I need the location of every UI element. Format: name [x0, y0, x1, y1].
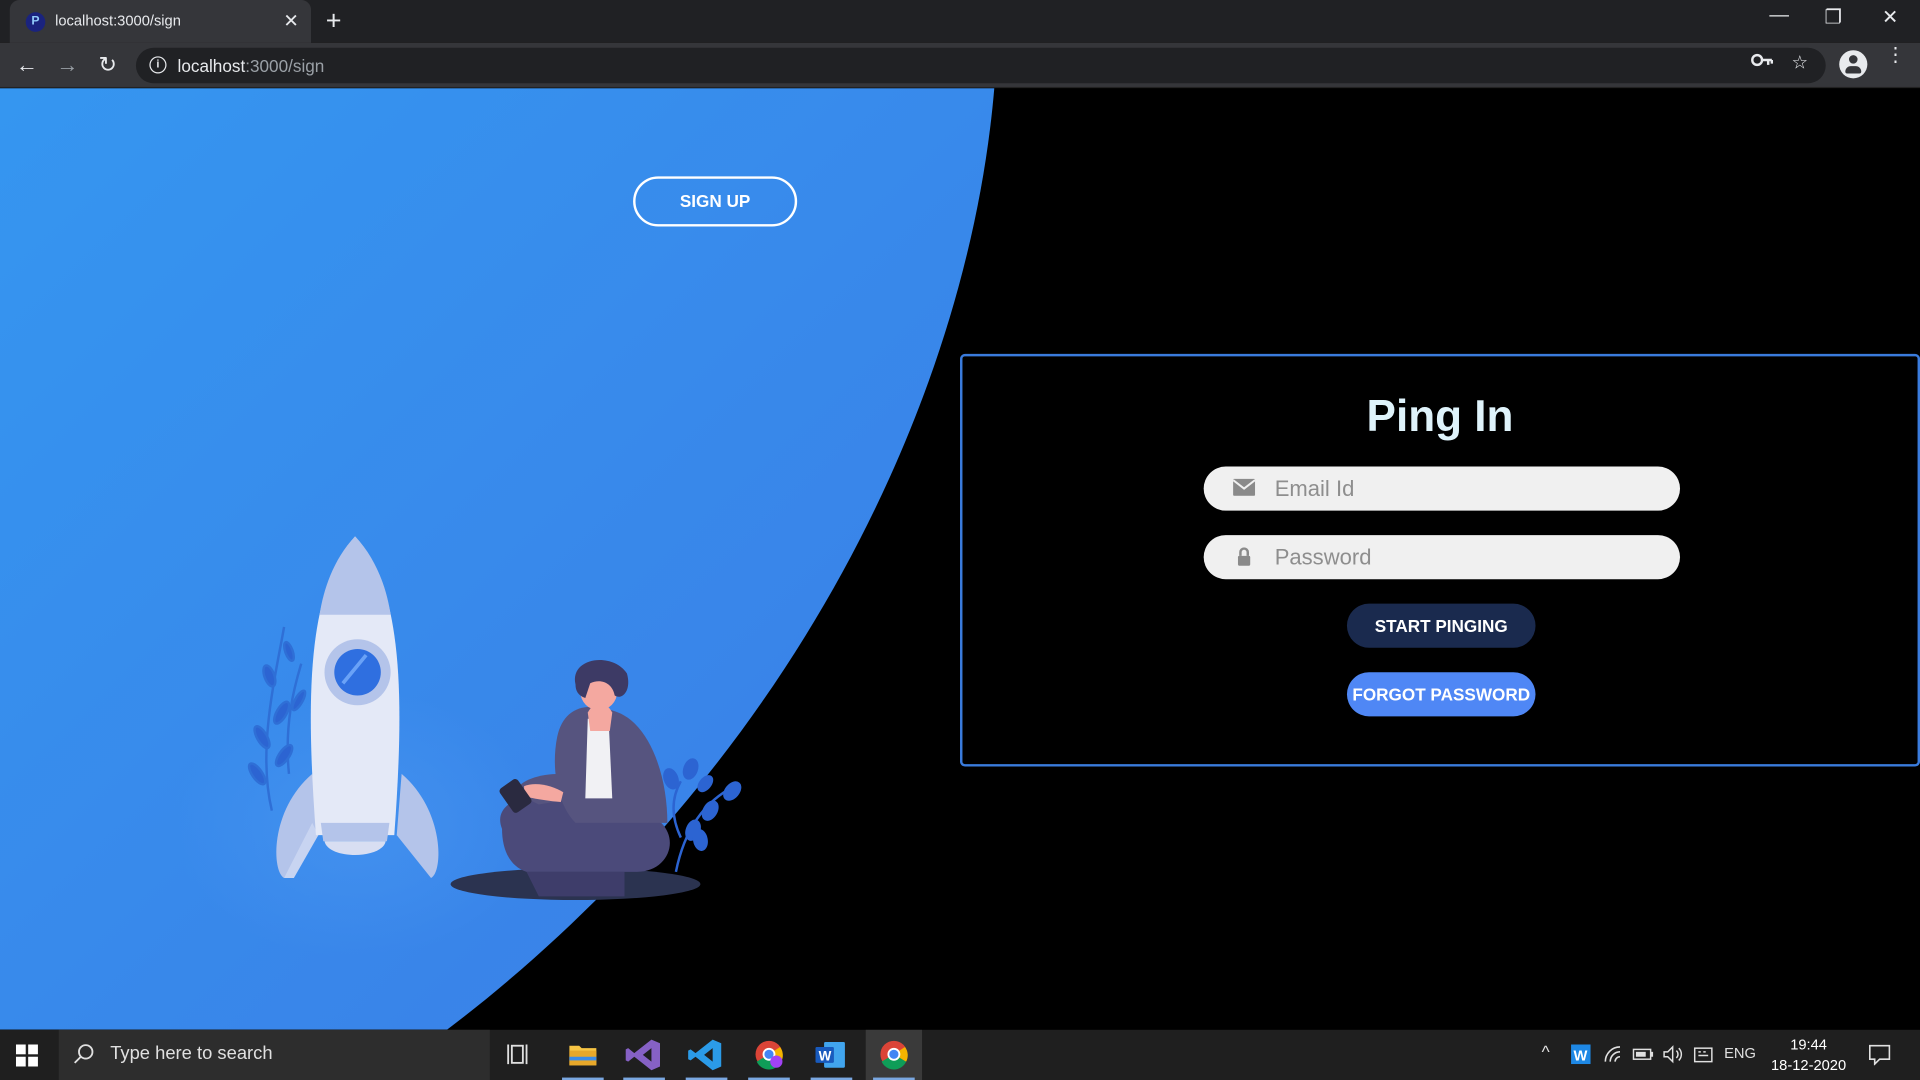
page-viewport: SIGN UP Ping In START PINGING FORGOT PAS…	[0, 88, 1920, 1030]
site-info-icon[interactable]: i	[149, 56, 167, 74]
email-field[interactable]	[1203, 466, 1681, 511]
key-icon[interactable]	[1751, 51, 1774, 73]
forward-button[interactable]: →	[54, 51, 81, 78]
svg-text:W: W	[1573, 1048, 1587, 1064]
chrome-icon[interactable]	[865, 1029, 923, 1080]
url-host: localhost	[177, 56, 246, 76]
volume-icon[interactable]	[1662, 1044, 1684, 1067]
new-tab-button[interactable]: +	[326, 5, 342, 37]
clock-time: 19:44	[1790, 1035, 1827, 1054]
browser-tab[interactable]: P localhost:3000/sign ✕	[9, 0, 312, 43]
browser-toolbar: ← → ↻ i localhost:3000/sign ☆ ⋮	[0, 42, 1920, 89]
reload-button[interactable]: ↻	[94, 51, 121, 78]
svg-text:W: W	[819, 1048, 832, 1063]
forgot-password-button[interactable]: FORGOT PASSWORD	[1346, 672, 1536, 717]
notifications-icon[interactable]	[1869, 1043, 1891, 1069]
url-path: :3000/sign	[245, 56, 325, 76]
task-view-icon[interactable]	[491, 1030, 547, 1080]
clock-date: 18-12-2020	[1770, 1056, 1847, 1074]
email-input[interactable]	[1274, 466, 1667, 511]
windows-taskbar: Type here to search W ^ W ENG 19:44 18-1…	[0, 1029, 1920, 1080]
envelope-icon	[1232, 478, 1256, 499]
taskbar-clock[interactable]: 19:44 18-12-2020	[1768, 1035, 1849, 1077]
keyboard-tray-icon[interactable]	[1693, 1044, 1713, 1067]
language-indicator[interactable]: ENG	[1724, 1044, 1756, 1061]
address-bar[interactable]: i localhost:3000/sign	[135, 47, 1826, 84]
wifi-icon[interactable]	[1603, 1044, 1623, 1067]
vs-code-icon[interactable]	[678, 1030, 734, 1080]
back-button[interactable]: ←	[13, 51, 40, 78]
bookmark-star-icon[interactable]: ☆	[1791, 51, 1807, 74]
file-explorer-icon[interactable]	[555, 1030, 611, 1080]
windows-start-icon[interactable]	[15, 1044, 38, 1067]
profile-avatar-icon[interactable]	[1839, 50, 1868, 79]
login-card: Ping In START PINGING FORGOT PASSWORD	[960, 353, 1920, 767]
password-field[interactable]	[1203, 535, 1681, 580]
close-window-button[interactable]: ✕	[1882, 5, 1898, 29]
lock-icon	[1233, 547, 1255, 567]
start-pinging-button[interactable]: START PINGING	[1346, 603, 1536, 648]
sign-up-button[interactable]: SIGN UP	[633, 176, 798, 227]
minimize-button[interactable]: —	[1769, 5, 1789, 27]
taskbar-search[interactable]: Type here to search	[58, 1029, 490, 1080]
login-title: Ping In	[1366, 390, 1514, 441]
url-text[interactable]: localhost:3000/sign	[178, 56, 325, 76]
visual-studio-icon[interactable]	[616, 1030, 672, 1080]
chevron-up-icon[interactable]: ^	[1542, 1042, 1550, 1062]
browser-titlebar: P localhost:3000/sign ✕ + — ❐ ✕	[0, 0, 1920, 43]
menu-dots-icon[interactable]: ⋮	[1886, 46, 1906, 66]
tab-title: localhost:3000/sign	[55, 12, 181, 30]
password-input[interactable]	[1274, 535, 1667, 580]
chrome-profile-icon[interactable]	[741, 1030, 797, 1080]
favicon-icon: P	[25, 12, 46, 32]
word-icon[interactable]: W	[803, 1030, 859, 1080]
battery-icon[interactable]	[1632, 1044, 1654, 1067]
app-tray-icon[interactable]: W	[1571, 1044, 1591, 1067]
close-tab-icon[interactable]: ✕	[283, 10, 298, 32]
search-placeholder: Type here to search	[110, 1043, 273, 1065]
restore-button[interactable]: ❐	[1825, 5, 1843, 29]
search-icon	[73, 1043, 95, 1070]
